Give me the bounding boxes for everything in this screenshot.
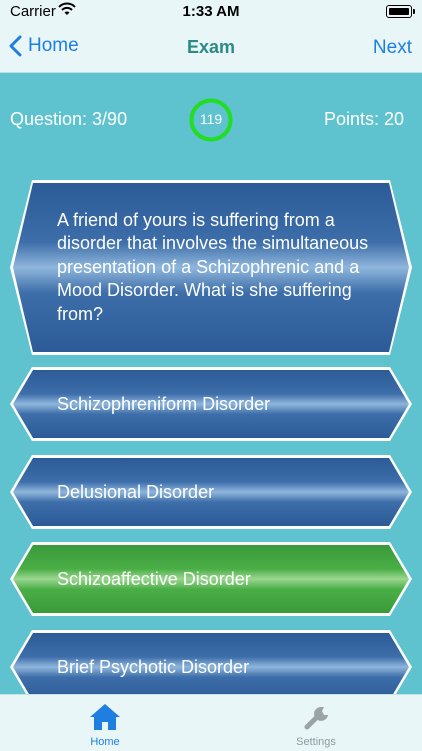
question-counter: Question: 3/90 <box>10 109 128 129</box>
battery-icon <box>386 5 415 18</box>
question-text: A friend of yours is suffering from a di… <box>57 209 369 324</box>
exam-progress: Question: 3/90 119 Points: 20 <box>0 96 422 146</box>
status-time: 1:33 AM <box>182 3 240 20</box>
next-button[interactable]: Next <box>373 37 412 59</box>
tab-settings-label: Settings <box>296 736 336 748</box>
answer-label: Delusional Disorder <box>57 481 215 502</box>
answer-option-1[interactable]: Schizophreniform Disorder <box>10 367 412 441</box>
wrench-icon <box>304 707 328 730</box>
home-icon <box>90 704 120 730</box>
tab-bar: Home Settings <box>0 694 422 751</box>
chevron-left-icon <box>9 35 22 57</box>
back-button-label: Home <box>28 35 79 56</box>
answer-label: Schizoaffective Disorder <box>57 568 251 589</box>
answer-option-2[interactable]: Delusional Disorder <box>10 455 412 529</box>
status-bar: Carrier 1:33 AM <box>0 0 422 24</box>
timer-value: 119 <box>199 111 223 127</box>
tab-home[interactable]: Home <box>55 695 155 751</box>
navigation-bar: Home Exam Next <box>0 24 422 73</box>
tab-home-label: Home <box>90 736 120 748</box>
question-card: A friend of yours is suffering from a di… <box>10 180 412 355</box>
answer-label: Brief Psychotic Disorder <box>57 656 250 677</box>
answer-option-4[interactable]: Brief Psychotic Disorder <box>10 630 412 704</box>
points-counter: Points: 20 <box>323 109 404 129</box>
tab-settings[interactable]: Settings <box>266 695 366 751</box>
answer-label: Schizophreniform Disorder <box>57 393 271 414</box>
back-button[interactable]: Home <box>8 35 79 57</box>
answer-option-3-correct[interactable]: Schizoaffective Disorder <box>10 542 412 616</box>
